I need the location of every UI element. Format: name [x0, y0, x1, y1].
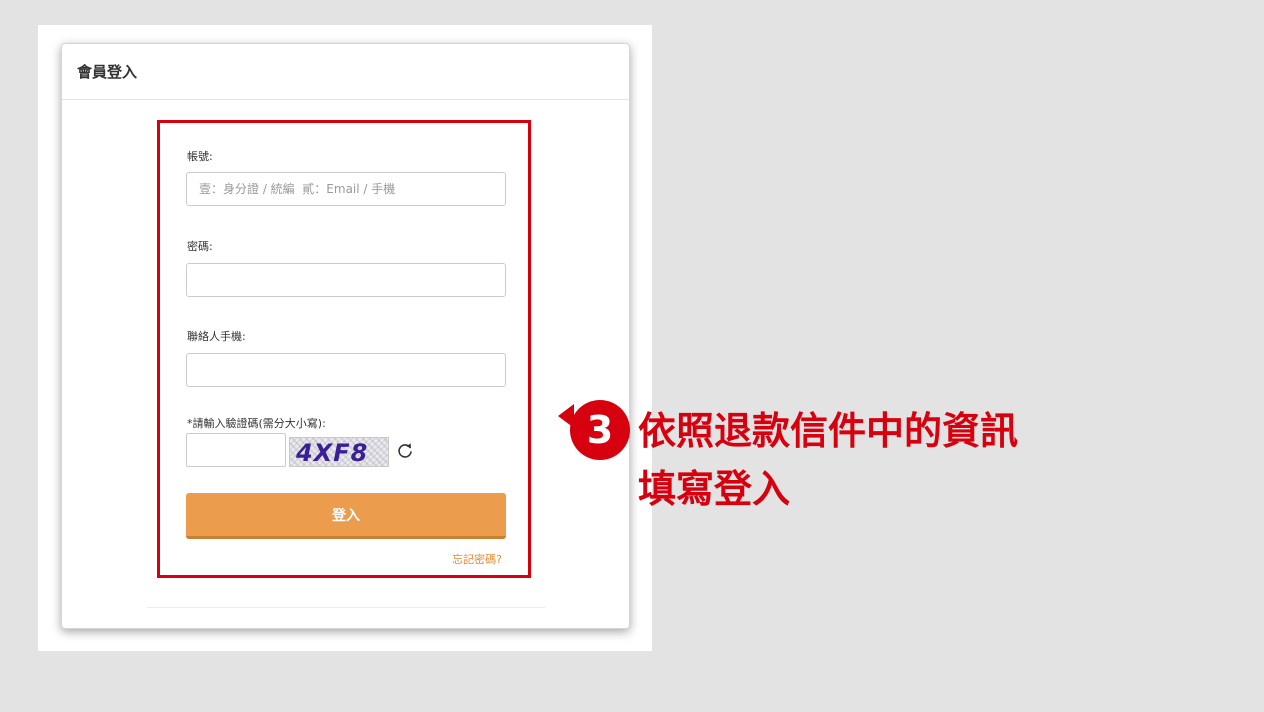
password-label: 密碼:	[187, 240, 213, 253]
member-login-card: 會員登入 帳號: 密碼: 聯絡人手機: *請輸入驗證碼(需分大小寫): 4XF8…	[61, 43, 630, 629]
login-button[interactable]: 登入	[186, 493, 506, 539]
login-form-highlight: 帳號: 密碼: 聯絡人手機: *請輸入驗證碼(需分大小寫): 4XF8 登入 忘…	[157, 120, 531, 578]
login-screenshot: 會員登入 帳號: 密碼: 聯絡人手機: *請輸入驗證碼(需分大小寫): 4XF8…	[38, 25, 652, 651]
captcha-input[interactable]	[186, 433, 286, 467]
account-input[interactable]	[186, 172, 506, 206]
captcha-label: *請輸入驗證碼(需分大小寫):	[187, 417, 326, 430]
account-label: 帳號:	[187, 150, 213, 163]
card-title: 會員登入	[77, 63, 138, 81]
contact-phone-input[interactable]	[186, 353, 506, 387]
annotation-line-2: 填寫登入	[638, 467, 791, 511]
annotation-line-1: 依照退款信件中的資訊	[638, 409, 1019, 453]
password-input[interactable]	[186, 263, 506, 297]
annotation-text: 依照退款信件中的資訊 填寫登入	[638, 402, 1018, 518]
captcha-image-text: 4XF8	[296, 439, 369, 467]
step-number-badge: 3	[570, 400, 630, 460]
contact-phone-label: 聯絡人手機:	[187, 330, 246, 343]
card-header: 會員登入	[62, 44, 629, 100]
refresh-icon[interactable]	[395, 441, 415, 461]
footer-divider	[147, 607, 545, 608]
forgot-password-link[interactable]: 忘記密碼?	[452, 551, 502, 567]
captcha-image: 4XF8	[289, 437, 389, 467]
